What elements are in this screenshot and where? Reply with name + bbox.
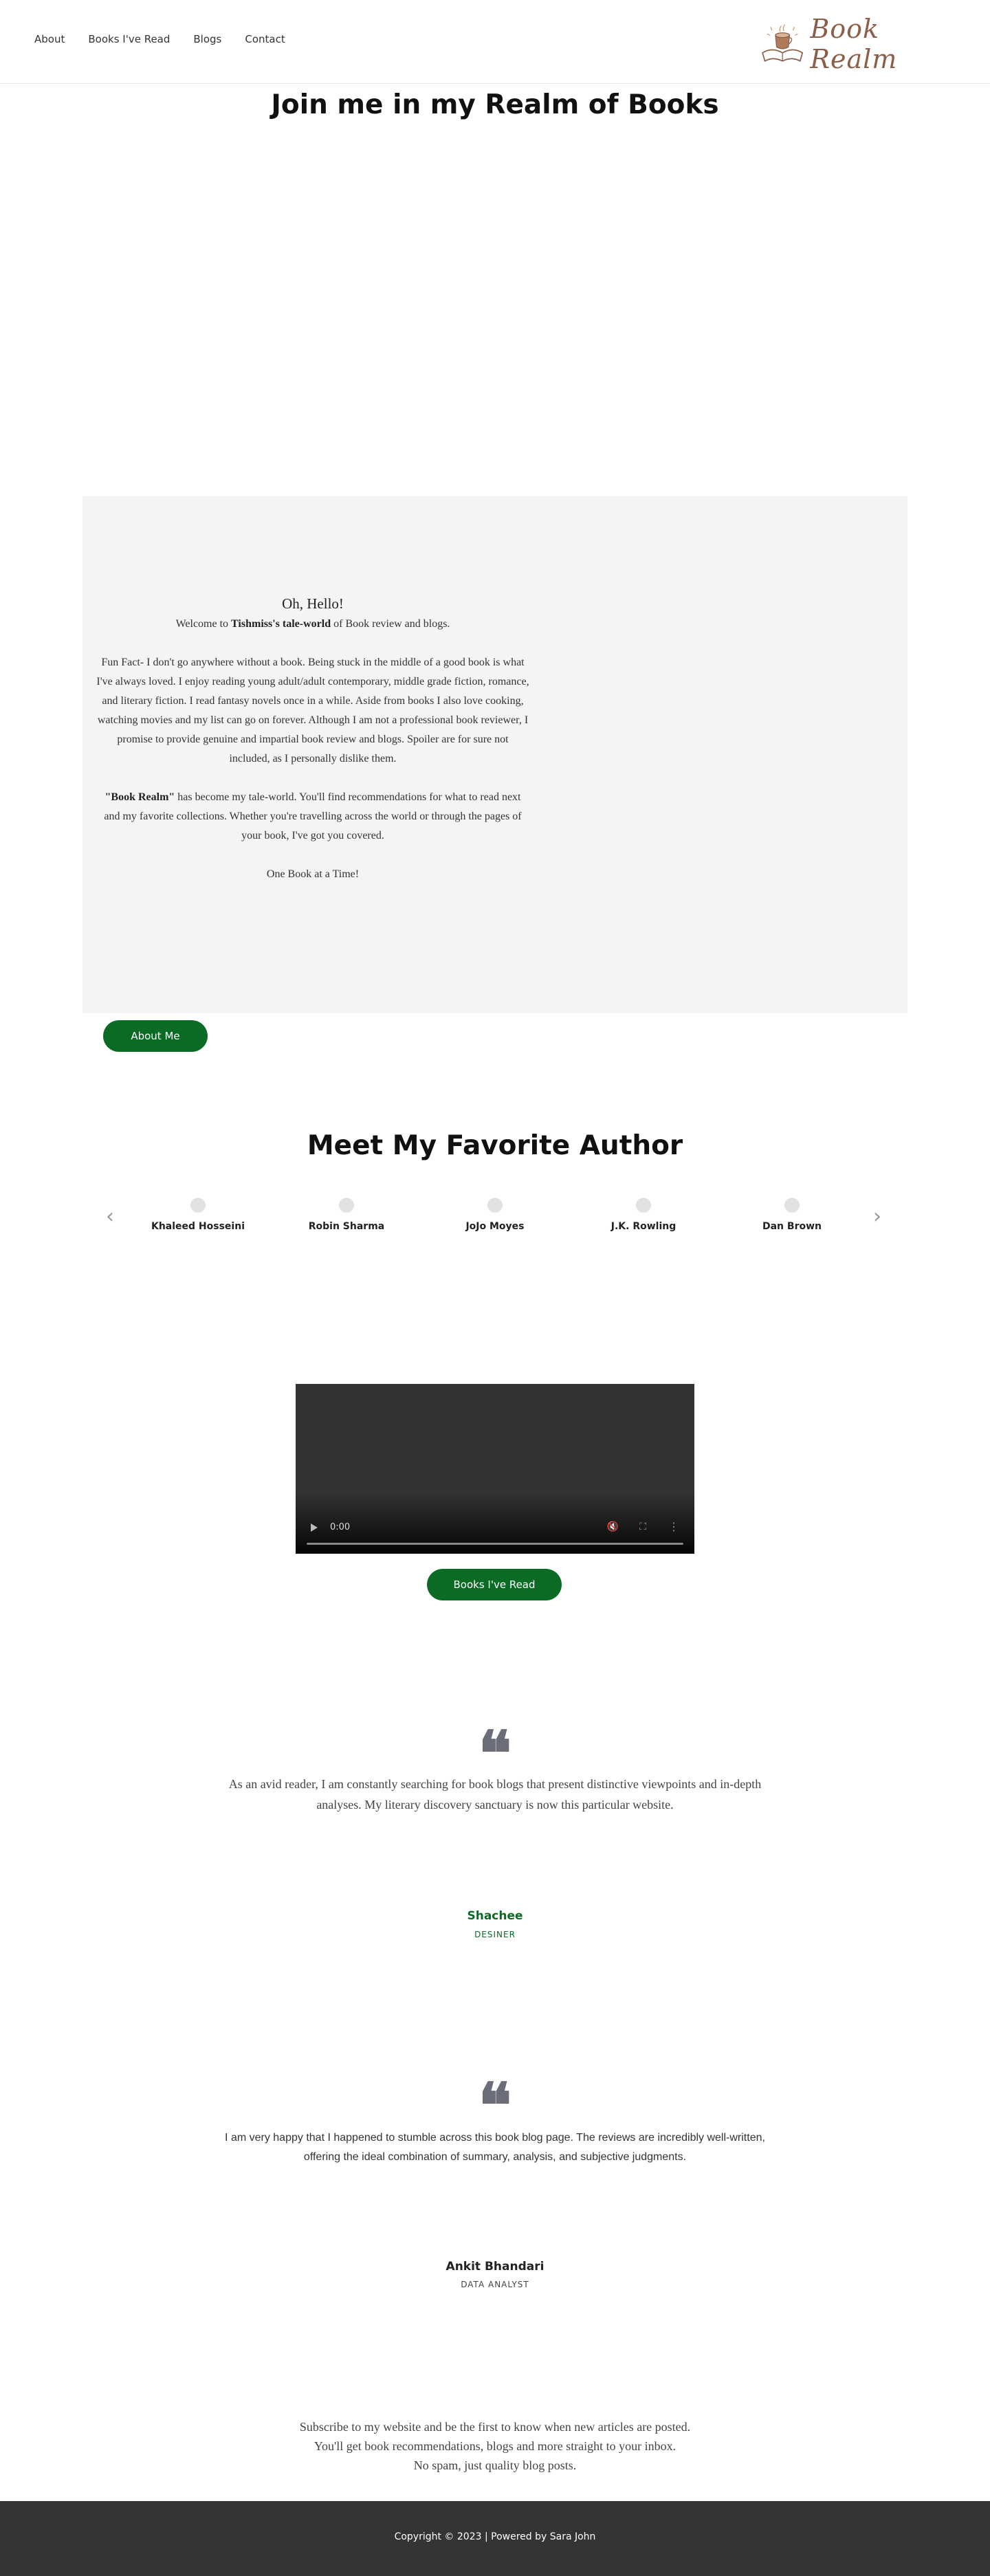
- quote-icon: ❝: [478, 2069, 512, 2142]
- subscribe-text: Subscribe to my website and be the first…: [220, 2417, 770, 2475]
- about-realm: "Book Realm" has become my tale-world. Y…: [96, 788, 529, 846]
- testimonial-name: Shachee: [467, 1909, 523, 1923]
- author-name: J.K. Rowling: [610, 1221, 676, 1232]
- carousel-prev-icon[interactable]: ‹: [106, 1204, 114, 1229]
- logo-text: Book Realm: [810, 14, 898, 74]
- subscribe-line: You'll get book recommendations, blogs a…: [314, 2439, 676, 2453]
- about-fun-fact: Fun Fact- I don't go anywhere without a …: [96, 657, 529, 764]
- welcome-pre: Welcome to: [175, 618, 232, 630]
- author-avatar: [190, 1198, 206, 1213]
- books-read-button[interactable]: Books I've Read: [427, 1569, 562, 1600]
- video-progress-bar[interactable]: [307, 1543, 683, 1545]
- author-name: Dan Brown: [762, 1221, 822, 1232]
- author-name: Robin Sharma: [308, 1221, 385, 1232]
- testimonial-role: DATA ANALYST: [461, 2280, 529, 2289]
- authors-title: Meet My Favorite Author: [307, 1130, 683, 1161]
- author-card[interactable]: Dan Brown: [723, 1198, 861, 1232]
- about-welcome: Welcome to Tishmiss's tale-world of Book…: [96, 615, 529, 634]
- author-name: JoJo Moyes: [465, 1221, 525, 1232]
- main-nav: About Books I've Read Blogs Contact: [34, 33, 309, 45]
- testimonial-role: DESINER: [474, 1930, 516, 1939]
- site-footer: Copyright © 2023 | Powered by Sara John: [0, 2501, 990, 2576]
- about-me-button[interactable]: About Me: [103, 1020, 208, 1052]
- author-card[interactable]: JoJo Moyes: [426, 1198, 564, 1232]
- video-controls: 0:00 🔇 ⛶ ⋮: [296, 1512, 694, 1554]
- author-name: Khaleed Hosseini: [151, 1221, 245, 1232]
- nav-blogs[interactable]: Blogs: [193, 33, 221, 45]
- site-header: About Books I've Read Blogs Contact Book…: [0, 0, 990, 84]
- author-avatar: [636, 1198, 651, 1213]
- testimonial-name: Ankit Bhandari: [446, 2260, 544, 2274]
- nav-books-read[interactable]: Books I've Read: [88, 33, 170, 45]
- more-options-icon[interactable]: ⋮: [668, 1520, 679, 1534]
- about-text: Oh, Hello! Welcome to Tishmiss's tale-wo…: [96, 594, 529, 903]
- subscribe-line: No spam, just quality blog posts.: [413, 2458, 577, 2472]
- author-avatar: [784, 1198, 800, 1213]
- carousel-next-icon[interactable]: ›: [873, 1204, 881, 1229]
- realm-bold: "Book Realm": [104, 791, 175, 803]
- author-avatar: [487, 1198, 503, 1213]
- about-section: Oh, Hello! Welcome to Tishmiss's tale-wo…: [82, 496, 908, 1013]
- welcome-post: of Book review and blogs.: [331, 618, 450, 630]
- author-card[interactable]: Robin Sharma: [278, 1198, 415, 1232]
- author-card[interactable]: Khaleed Hosseini: [129, 1198, 267, 1232]
- play-icon[interactable]: [311, 1523, 318, 1532]
- mute-icon[interactable]: 🔇: [607, 1521, 619, 1532]
- about-greeting: Oh, Hello!: [282, 595, 344, 612]
- about-tagline: One Book at a Time!: [266, 868, 360, 880]
- nav-about[interactable]: About: [34, 33, 65, 45]
- site-logo[interactable]: Book Realm: [759, 14, 952, 74]
- author-avatar: [339, 1198, 354, 1213]
- testimonial-text: I am very happy that I happened to stumb…: [225, 2132, 765, 2163]
- video-player[interactable]: 0:00 🔇 ⛶ ⋮: [296, 1384, 694, 1554]
- testimonial-text: As an avid reader, I am constantly searc…: [228, 1777, 762, 1812]
- fullscreen-icon[interactable]: ⛶: [639, 1521, 646, 1532]
- copyright-text: Copyright © 2023 | Powered by Sara John: [394, 2531, 596, 2542]
- video-time: 0:00: [330, 1522, 351, 1532]
- author-card[interactable]: J.K. Rowling: [575, 1198, 712, 1232]
- book-cup-icon: [762, 24, 804, 63]
- welcome-bold: Tishmiss's tale-world: [231, 618, 331, 630]
- nav-contact[interactable]: Contact: [245, 33, 285, 45]
- hero-title: Join me in my Realm of Books: [271, 89, 719, 120]
- subscribe-line: Subscribe to my website and be the first…: [299, 2420, 691, 2434]
- page: About Books I've Read Blogs Contact Book…: [0, 0, 990, 2576]
